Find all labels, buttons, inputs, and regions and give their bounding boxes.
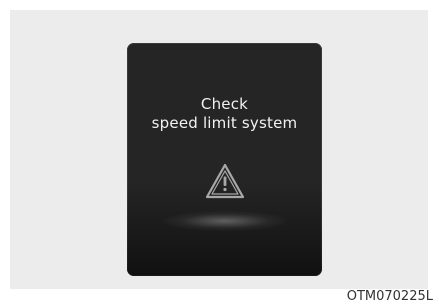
warning-message: speed limit system — [151, 114, 298, 132]
figure-code-label: OTM070225L — [346, 289, 433, 304]
warning-title: Check — [200, 95, 249, 113]
warning-triangle-icon — [205, 163, 245, 199]
icon-reflection — [163, 211, 287, 231]
cluster-display: Check speed limit system — [127, 43, 322, 276]
